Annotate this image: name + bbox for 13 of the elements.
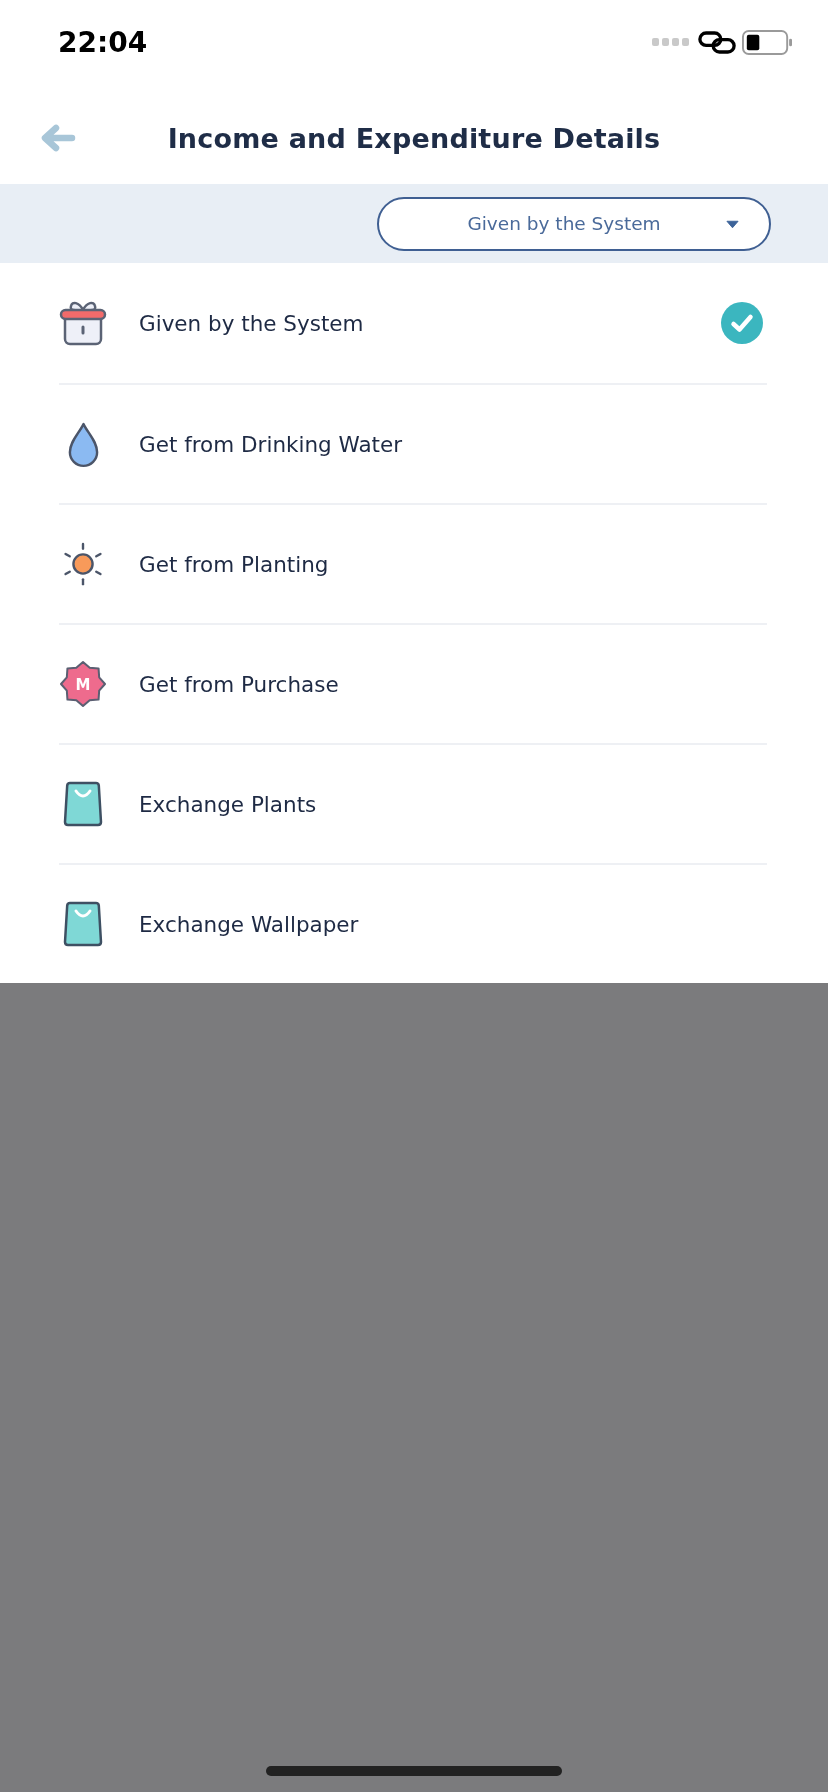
back-arrow-icon[interactable] bbox=[40, 123, 76, 153]
link-icon bbox=[698, 30, 736, 54]
gift-icon bbox=[59, 300, 107, 346]
filter-dropdown[interactable]: Given by the System bbox=[377, 196, 771, 251]
signal-dots-icon bbox=[652, 38, 690, 46]
check-icon bbox=[721, 302, 763, 344]
shopping-bag-icon bbox=[63, 900, 103, 948]
shopping-bag-icon bbox=[63, 780, 103, 828]
badge-icon: M bbox=[59, 660, 107, 708]
status-time: 22:04 bbox=[58, 25, 148, 59]
battery-icon bbox=[742, 29, 792, 55]
caret-icon bbox=[726, 219, 739, 229]
page-title: Income and Expenditure Details bbox=[167, 122, 661, 154]
